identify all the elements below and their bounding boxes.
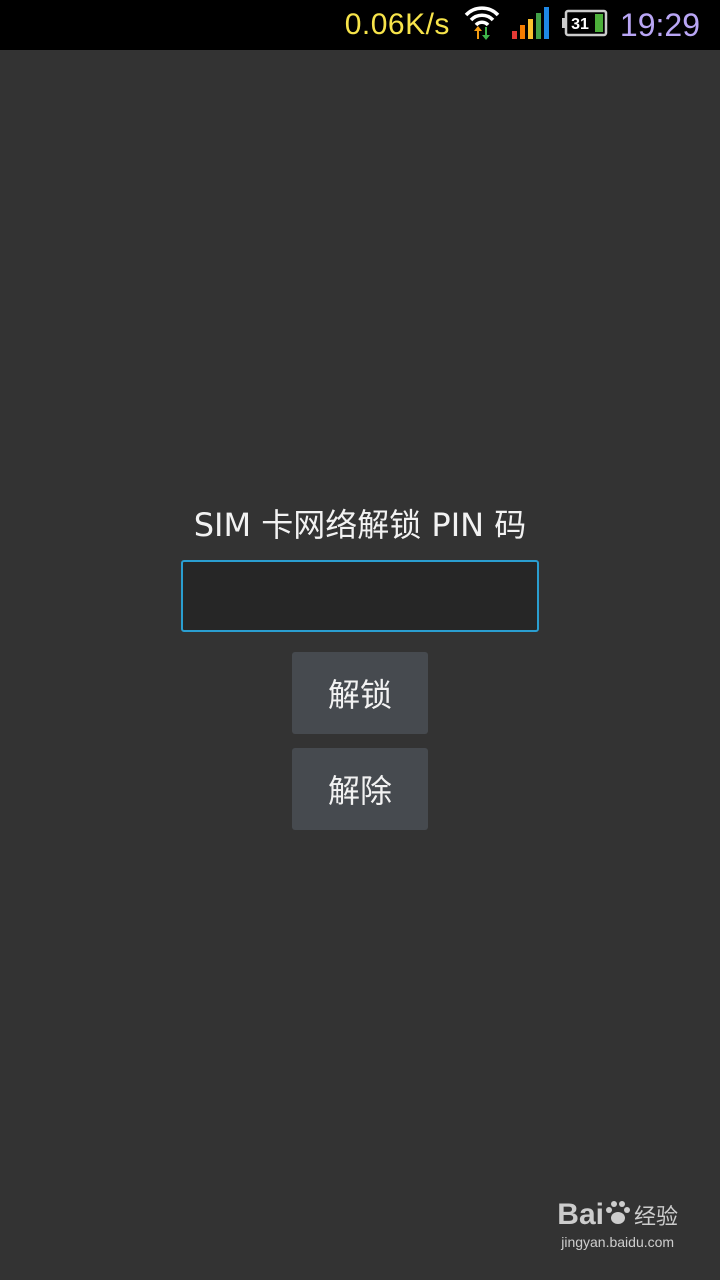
- dismiss-button[interactable]: 解除: [292, 748, 428, 830]
- watermark-url: jingyan.baidu.com: [561, 1234, 675, 1250]
- status-bar: 0.06K/s 31 19:29: [0, 0, 720, 50]
- unlock-screen: SIM 卡网络解锁 PIN 码 解锁 解除: [0, 50, 720, 1280]
- pin-input[interactable]: [181, 560, 539, 632]
- clock: 19:29: [619, 6, 700, 43]
- paw-icon: [604, 1199, 632, 1231]
- unlock-button[interactable]: 解锁: [292, 652, 428, 734]
- battery-level: 31: [571, 16, 589, 33]
- wifi-icon: [464, 3, 500, 47]
- watermark-brand: Bai: [557, 1198, 604, 1231]
- network-speed: 0.06K/s: [344, 8, 450, 41]
- pin-prompt-label: SIM 卡网络解锁 PIN 码: [193, 506, 527, 544]
- signal-icon: [511, 7, 550, 43]
- watermark-brand-suffix: 经验: [633, 1205, 678, 1230]
- baidu-jingyan-watermark: Bai 经验 jingyan.baidu.com: [557, 1198, 678, 1250]
- battery-icon: 31: [561, 9, 608, 41]
